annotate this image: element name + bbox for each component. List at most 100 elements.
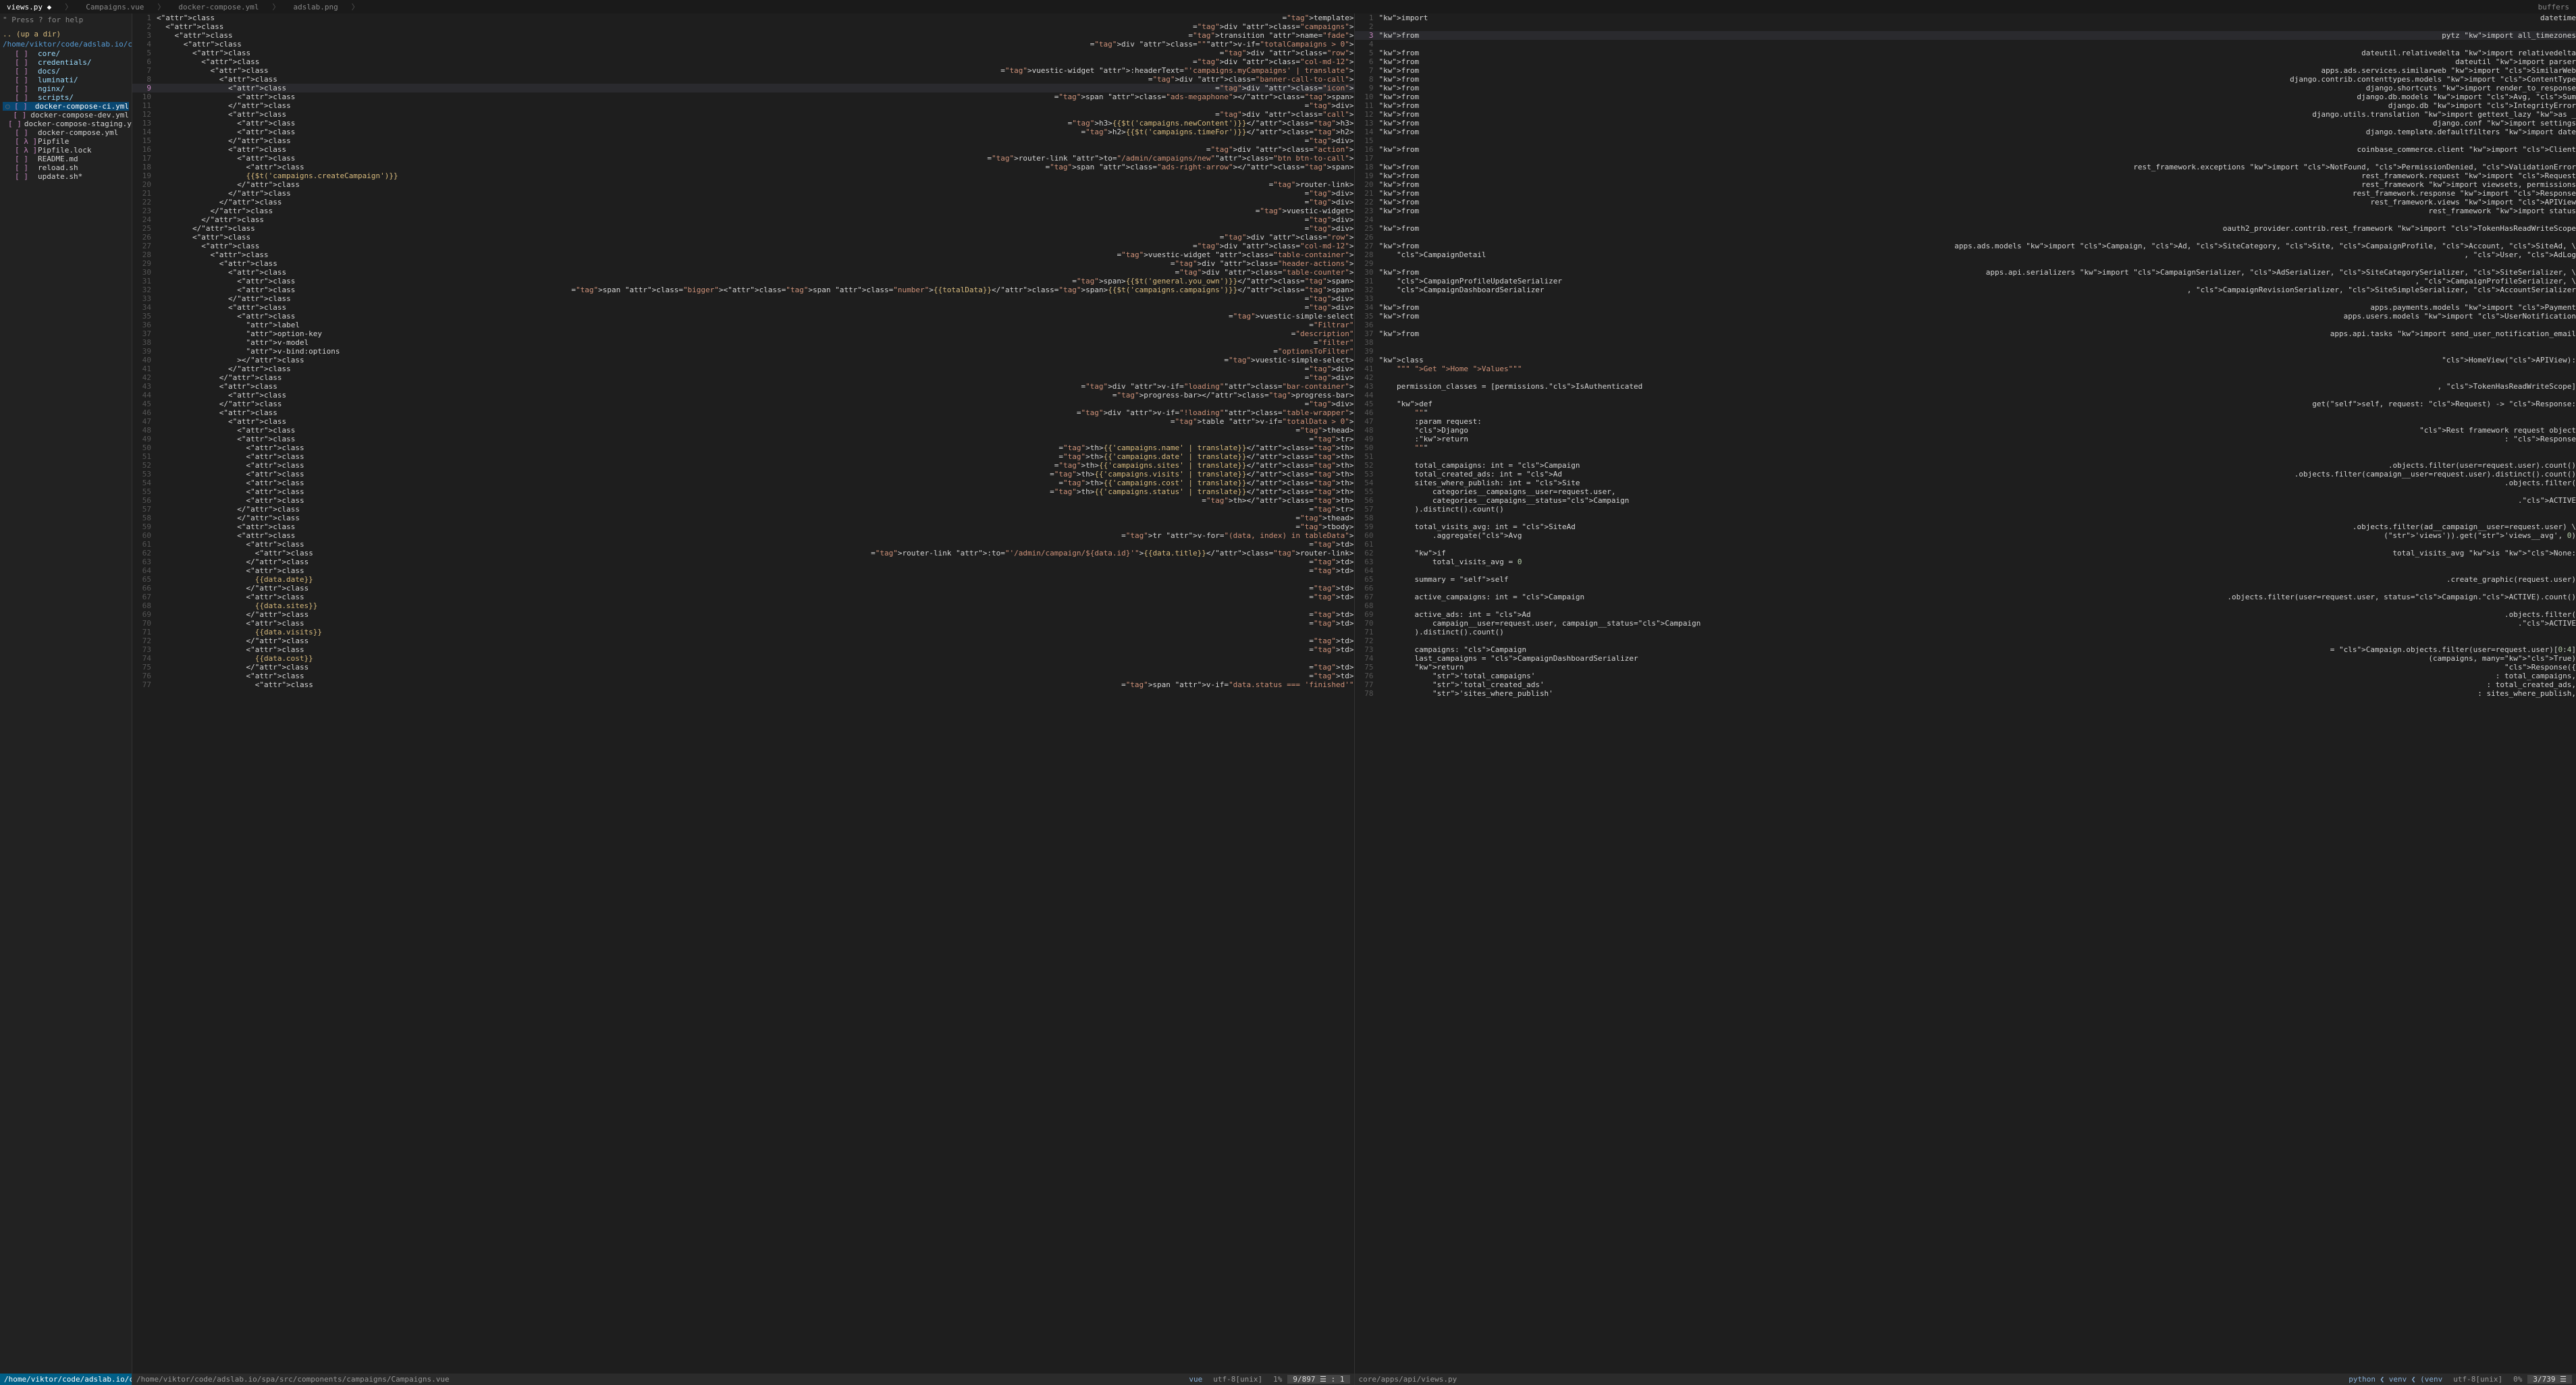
code-line[interactable]: 61 <"attr">class="tag">td> bbox=[132, 540, 1354, 549]
code-line[interactable]: 13 <"attr">class="tag">h3>{{$t('campaign… bbox=[132, 119, 1354, 128]
code-line[interactable]: 36 bbox=[1355, 321, 2576, 329]
code-line[interactable]: 40"kw">class "cls">HomeView("cls">APIVie… bbox=[1355, 356, 2576, 364]
code-line[interactable]: 66 </"attr">class="tag">td> bbox=[132, 584, 1354, 593]
code-line[interactable]: 62 <"attr">class="tag">router-link "attr… bbox=[132, 549, 1354, 558]
code-line[interactable]: 30 <"attr">class="tag">div "attr">class=… bbox=[132, 268, 1354, 277]
tab-campaigns[interactable]: Campaigns.vue bbox=[79, 1, 151, 13]
code-line[interactable]: 31 "cls">CampaignProfileUpdateSerializer… bbox=[1355, 277, 2576, 286]
code-line[interactable]: 17 bbox=[1355, 154, 2576, 163]
code-line[interactable]: 18"kw">from rest_framework.exceptions "k… bbox=[1355, 163, 2576, 171]
code-line[interactable]: 26 bbox=[1355, 233, 2576, 242]
code-line[interactable]: 25"kw">from oauth2_provider.contrib.rest… bbox=[1355, 224, 2576, 233]
code-line[interactable]: 62 "kw">if total_visits_avg "kw">is "kw"… bbox=[1355, 549, 2576, 558]
code-line[interactable]: 58 bbox=[1355, 514, 2576, 522]
code-line[interactable]: 50 """ bbox=[1355, 443, 2576, 452]
code-line[interactable]: 67 active_campaigns: int = "cls">Campaig… bbox=[1355, 593, 2576, 601]
code-line[interactable]: 6 <"attr">class="tag">div "attr">class="… bbox=[132, 57, 1354, 66]
code-line[interactable]: 74 last_campaigns = "cls">CampaignDashbo… bbox=[1355, 654, 2576, 663]
code-line[interactable]: 17 <"attr">class="tag">router-link "attr… bbox=[132, 154, 1354, 163]
tree-item[interactable]: [ ]scripts/ bbox=[3, 93, 129, 102]
code-line[interactable]: 1<"attr">class="tag">template> bbox=[132, 13, 1354, 22]
code-line[interactable]: 14 <"attr">class="tag">h2>{{$t('campaign… bbox=[132, 128, 1354, 136]
code-line[interactable]: 68 {{data.sites}} bbox=[132, 601, 1354, 610]
code-line[interactable]: 74 {{data.cost}} bbox=[132, 654, 1354, 663]
code-line[interactable]: 11"kw">from django.db "kw">import "cls">… bbox=[1355, 101, 2576, 110]
code-line[interactable]: 55 categories__campaigns__user=request.u… bbox=[1355, 487, 2576, 496]
code-line[interactable]: 77 "str">'total_created_ads': total_crea… bbox=[1355, 680, 2576, 689]
code-line[interactable]: 49 <"attr">class="tag">tr> bbox=[132, 435, 1354, 443]
code-line[interactable]: 78 "str">'sites_where_publish': sites_wh… bbox=[1355, 689, 2576, 698]
tree-item[interactable]: [ λ ]Pipfile bbox=[3, 137, 129, 146]
code-line[interactable]: 4 <"attr">class="tag">div "attr">class="… bbox=[132, 40, 1354, 49]
code-line[interactable]: 9"kw">from django.shortcuts "kw">import … bbox=[1355, 84, 2576, 92]
tab-views[interactable]: views.py ◆ bbox=[0, 1, 58, 13]
code-line[interactable]: 30"kw">from apps.api.serializers "kw">im… bbox=[1355, 268, 2576, 277]
code-line[interactable]: 9 <"attr">class="tag">div "attr">class="… bbox=[132, 84, 1354, 92]
code-line[interactable]: 47 :param request: bbox=[1355, 417, 2576, 426]
code-line[interactable]: 39 "attr">v-bind:options="optionsToFilte… bbox=[132, 347, 1354, 356]
code-line[interactable]: 51 <"attr">class="tag">th>{{'campaigns.d… bbox=[132, 452, 1354, 461]
code-line[interactable]: 38 bbox=[1355, 338, 2576, 347]
code-line[interactable]: 18 <"attr">class="tag">span "attr">class… bbox=[132, 163, 1354, 171]
editor-left[interactable]: 1<"attr">class="tag">template>2 <"attr">… bbox=[132, 13, 1354, 1385]
code-line[interactable]: 34"kw">from apps.payments.models "kw">im… bbox=[1355, 303, 2576, 312]
code-line[interactable]: 55 <"attr">class="tag">th>{{'campaigns.s… bbox=[132, 487, 1354, 496]
code-line[interactable]: 59 total_visits_avg: int = "cls">SiteAd.… bbox=[1355, 522, 2576, 531]
code-line[interactable]: 64 bbox=[1355, 566, 2576, 575]
code-line[interactable]: 65 summary = "self">self.create_graphic(… bbox=[1355, 575, 2576, 584]
code-line[interactable]: 37 "attr">option-key="description" bbox=[132, 329, 1354, 338]
code-line[interactable]: 75 "kw">return "cls">Response({ bbox=[1355, 663, 2576, 672]
code-line[interactable]: 34 <"attr">class="tag">div> bbox=[132, 303, 1354, 312]
code-line[interactable]: 73 campaigns: "cls">Campaign = "cls">Cam… bbox=[1355, 645, 2576, 654]
code-line[interactable]: 47 <"attr">class="tag">table "attr">v-if… bbox=[132, 417, 1354, 426]
code-line[interactable]: 70 campaign__user=request.user, campaign… bbox=[1355, 619, 2576, 628]
code-line[interactable]: 3 <"attr">class="tag">transition "attr">… bbox=[132, 31, 1354, 40]
code-line[interactable]: 6"kw">from dateutil "kw">import parser bbox=[1355, 57, 2576, 66]
editor-right[interactable]: 1"kw">import datetime23"kw">from pytz "k… bbox=[1354, 13, 2576, 1385]
code-line[interactable]: 44 <"attr">class="tag">progress-bar></"a… bbox=[132, 391, 1354, 400]
code-line[interactable]: 39 bbox=[1355, 347, 2576, 356]
code-line[interactable]: 45 </"attr">class="tag">div> bbox=[132, 400, 1354, 408]
code-line[interactable]: 31 <"attr">class="tag">span>{{$t('genera… bbox=[132, 277, 1354, 286]
code-line[interactable]: 57 ).distinct().count() bbox=[1355, 505, 2576, 514]
code-line[interactable]: 71 {{data.visits}} bbox=[132, 628, 1354, 636]
tree-item[interactable]: [ ]README.md bbox=[3, 155, 129, 163]
file-tree[interactable]: " Press ? for help .. (up a dir) /home/v… bbox=[0, 13, 132, 1374]
code-line[interactable]: 52 total_campaigns: int = "cls">Campaign… bbox=[1355, 461, 2576, 470]
code-line[interactable]: 33 </"attr">class="tag">div> bbox=[132, 294, 1354, 303]
tree-item[interactable]: [ ]docker-compose-staging.yml bbox=[3, 119, 129, 128]
code-line[interactable]: 8"kw">from django.contrib.contenttypes.m… bbox=[1355, 75, 2576, 84]
code-line[interactable]: 8 <"attr">class="tag">div "attr">class="… bbox=[132, 75, 1354, 84]
code-line[interactable]: 68 bbox=[1355, 601, 2576, 610]
code-line[interactable]: 71 ).distinct().count() bbox=[1355, 628, 2576, 636]
code-line[interactable]: 37"kw">from apps.api.tasks "kw">import s… bbox=[1355, 329, 2576, 338]
code-line[interactable]: 10 <"attr">class="tag">span "attr">class… bbox=[132, 92, 1354, 101]
code-line[interactable]: 69 </"attr">class="tag">td> bbox=[132, 610, 1354, 619]
code-line[interactable]: 69 active_ads: int = "cls">Ad.objects.fi… bbox=[1355, 610, 2576, 619]
code-line[interactable]: 56 categories__campaigns__status="cls">C… bbox=[1355, 496, 2576, 505]
code-line[interactable]: 77 <"attr">class="tag">span "attr">v-if=… bbox=[132, 680, 1354, 689]
code-line[interactable]: 33 bbox=[1355, 294, 2576, 303]
tree-item[interactable]: [ ]reload.sh bbox=[3, 163, 129, 172]
code-line[interactable]: 72 </"attr">class="tag">td> bbox=[132, 636, 1354, 645]
code-line[interactable]: 46 """ bbox=[1355, 408, 2576, 417]
tree-updir[interactable]: .. (up a dir) bbox=[3, 29, 129, 39]
code-line[interactable]: 49 :"kw">return: "cls">Response bbox=[1355, 435, 2576, 443]
code-line[interactable]: 12"kw">from django.utils.translation "kw… bbox=[1355, 110, 2576, 119]
code-line[interactable]: 23 </"attr">class="tag">vuestic-widget> bbox=[132, 207, 1354, 215]
code-line[interactable]: 41 </"attr">class="tag">div> bbox=[132, 364, 1354, 373]
code-line[interactable]: 38 "attr">v-model="filter" bbox=[132, 338, 1354, 347]
code-line[interactable]: 12 <"attr">class="tag">div "attr">class=… bbox=[132, 110, 1354, 119]
code-line[interactable]: 5 <"attr">class="tag">div "attr">class="… bbox=[132, 49, 1354, 57]
code-line[interactable]: 20"kw">from rest_framework "kw">import v… bbox=[1355, 180, 2576, 189]
code-line[interactable]: 41 """ ">Get ">Home ">Values""" bbox=[1355, 364, 2576, 373]
code-line[interactable]: 36 "attr">label="Filtrar" bbox=[132, 321, 1354, 329]
code-line[interactable]: 4 bbox=[1355, 40, 2576, 49]
code-line[interactable]: 1"kw">import datetime bbox=[1355, 13, 2576, 22]
code-line[interactable]: 32 <"attr">class="tag">span "attr">class… bbox=[132, 286, 1354, 294]
code-line[interactable]: 24 bbox=[1355, 215, 2576, 224]
code-line[interactable]: 64 <"attr">class="tag">td> bbox=[132, 566, 1354, 575]
code-line[interactable]: 76 <"attr">class="tag">td> bbox=[132, 672, 1354, 680]
code-line[interactable]: 20 </"attr">class="tag">router-link> bbox=[132, 180, 1354, 189]
code-line[interactable]: 60 <"attr">class="tag">tr "attr">v-for="… bbox=[132, 531, 1354, 540]
